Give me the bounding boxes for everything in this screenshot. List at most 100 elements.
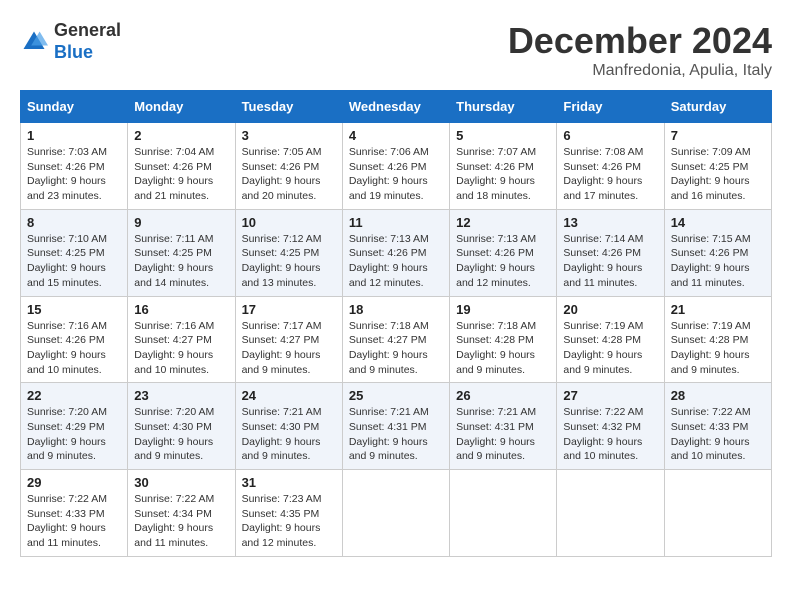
day-info: Sunrise: 7:22 AMSunset: 4:33 PMDaylight:… bbox=[671, 405, 765, 464]
day-number: 8 bbox=[27, 215, 121, 230]
calendar-cell: 9 Sunrise: 7:11 AMSunset: 4:25 PMDayligh… bbox=[128, 209, 235, 296]
calendar-cell: 12 Sunrise: 7:13 AMSunset: 4:26 PMDaylig… bbox=[450, 209, 557, 296]
calendar-cell bbox=[664, 470, 771, 557]
calendar-cell: 24 Sunrise: 7:21 AMSunset: 4:30 PMDaylig… bbox=[235, 383, 342, 470]
day-info: Sunrise: 7:20 AMSunset: 4:30 PMDaylight:… bbox=[134, 405, 228, 464]
day-of-week-header: Wednesday bbox=[342, 91, 449, 123]
calendar-cell: 28 Sunrise: 7:22 AMSunset: 4:33 PMDaylig… bbox=[664, 383, 771, 470]
day-number: 11 bbox=[349, 215, 443, 230]
calendar-cell: 20 Sunrise: 7:19 AMSunset: 4:28 PMDaylig… bbox=[557, 296, 664, 383]
day-info: Sunrise: 7:09 AMSunset: 4:25 PMDaylight:… bbox=[671, 145, 765, 204]
calendar-cell: 8 Sunrise: 7:10 AMSunset: 4:25 PMDayligh… bbox=[21, 209, 128, 296]
day-number: 28 bbox=[671, 388, 765, 403]
day-of-week-header: Friday bbox=[557, 91, 664, 123]
calendar-cell: 1 Sunrise: 7:03 AMSunset: 4:26 PMDayligh… bbox=[21, 123, 128, 210]
day-info: Sunrise: 7:03 AMSunset: 4:26 PMDaylight:… bbox=[27, 145, 121, 204]
calendar-row: 15 Sunrise: 7:16 AMSunset: 4:26 PMDaylig… bbox=[21, 296, 772, 383]
day-number: 25 bbox=[349, 388, 443, 403]
day-number: 29 bbox=[27, 475, 121, 490]
logo: General Blue bbox=[20, 20, 121, 63]
day-info: Sunrise: 7:12 AMSunset: 4:25 PMDaylight:… bbox=[242, 232, 336, 291]
calendar-cell: 11 Sunrise: 7:13 AMSunset: 4:26 PMDaylig… bbox=[342, 209, 449, 296]
day-info: Sunrise: 7:13 AMSunset: 4:26 PMDaylight:… bbox=[456, 232, 550, 291]
day-number: 5 bbox=[456, 128, 550, 143]
day-number: 30 bbox=[134, 475, 228, 490]
calendar-cell: 26 Sunrise: 7:21 AMSunset: 4:31 PMDaylig… bbox=[450, 383, 557, 470]
calendar-cell: 6 Sunrise: 7:08 AMSunset: 4:26 PMDayligh… bbox=[557, 123, 664, 210]
calendar-cell: 31 Sunrise: 7:23 AMSunset: 4:35 PMDaylig… bbox=[235, 470, 342, 557]
day-info: Sunrise: 7:21 AMSunset: 4:31 PMDaylight:… bbox=[456, 405, 550, 464]
day-info: Sunrise: 7:18 AMSunset: 4:28 PMDaylight:… bbox=[456, 319, 550, 378]
page-header: General Blue December 2024 Manfredonia, … bbox=[20, 20, 772, 80]
day-number: 17 bbox=[242, 302, 336, 317]
calendar-cell: 19 Sunrise: 7:18 AMSunset: 4:28 PMDaylig… bbox=[450, 296, 557, 383]
location: Manfredonia, Apulia, Italy bbox=[508, 62, 772, 80]
calendar-cell: 29 Sunrise: 7:22 AMSunset: 4:33 PMDaylig… bbox=[21, 470, 128, 557]
day-info: Sunrise: 7:22 AMSunset: 4:32 PMDaylight:… bbox=[563, 405, 657, 464]
day-number: 1 bbox=[27, 128, 121, 143]
day-of-week-header: Thursday bbox=[450, 91, 557, 123]
day-number: 3 bbox=[242, 128, 336, 143]
calendar-cell: 2 Sunrise: 7:04 AMSunset: 4:26 PMDayligh… bbox=[128, 123, 235, 210]
day-info: Sunrise: 7:23 AMSunset: 4:35 PMDaylight:… bbox=[242, 492, 336, 551]
day-number: 7 bbox=[671, 128, 765, 143]
day-number: 31 bbox=[242, 475, 336, 490]
day-info: Sunrise: 7:08 AMSunset: 4:26 PMDaylight:… bbox=[563, 145, 657, 204]
calendar-row: 29 Sunrise: 7:22 AMSunset: 4:33 PMDaylig… bbox=[21, 470, 772, 557]
calendar-cell: 23 Sunrise: 7:20 AMSunset: 4:30 PMDaylig… bbox=[128, 383, 235, 470]
title-area: December 2024 Manfredonia, Apulia, Italy bbox=[508, 20, 772, 80]
day-info: Sunrise: 7:14 AMSunset: 4:26 PMDaylight:… bbox=[563, 232, 657, 291]
calendar-cell: 22 Sunrise: 7:20 AMSunset: 4:29 PMDaylig… bbox=[21, 383, 128, 470]
logo-blue: Blue bbox=[54, 42, 93, 62]
day-info: Sunrise: 7:22 AMSunset: 4:33 PMDaylight:… bbox=[27, 492, 121, 551]
calendar-row: 8 Sunrise: 7:10 AMSunset: 4:25 PMDayligh… bbox=[21, 209, 772, 296]
calendar-cell: 21 Sunrise: 7:19 AMSunset: 4:28 PMDaylig… bbox=[664, 296, 771, 383]
calendar-row: 1 Sunrise: 7:03 AMSunset: 4:26 PMDayligh… bbox=[21, 123, 772, 210]
calendar-cell bbox=[342, 470, 449, 557]
day-number: 6 bbox=[563, 128, 657, 143]
day-of-week-header: Tuesday bbox=[235, 91, 342, 123]
day-info: Sunrise: 7:21 AMSunset: 4:30 PMDaylight:… bbox=[242, 405, 336, 464]
day-info: Sunrise: 7:13 AMSunset: 4:26 PMDaylight:… bbox=[349, 232, 443, 291]
logo-icon bbox=[20, 28, 48, 56]
day-number: 21 bbox=[671, 302, 765, 317]
day-number: 19 bbox=[456, 302, 550, 317]
day-info: Sunrise: 7:22 AMSunset: 4:34 PMDaylight:… bbox=[134, 492, 228, 551]
day-number: 27 bbox=[563, 388, 657, 403]
day-number: 26 bbox=[456, 388, 550, 403]
day-info: Sunrise: 7:16 AMSunset: 4:26 PMDaylight:… bbox=[27, 319, 121, 378]
day-info: Sunrise: 7:19 AMSunset: 4:28 PMDaylight:… bbox=[563, 319, 657, 378]
day-info: Sunrise: 7:20 AMSunset: 4:29 PMDaylight:… bbox=[27, 405, 121, 464]
day-info: Sunrise: 7:11 AMSunset: 4:25 PMDaylight:… bbox=[134, 232, 228, 291]
calendar-cell: 15 Sunrise: 7:16 AMSunset: 4:26 PMDaylig… bbox=[21, 296, 128, 383]
day-info: Sunrise: 7:21 AMSunset: 4:31 PMDaylight:… bbox=[349, 405, 443, 464]
calendar-cell: 25 Sunrise: 7:21 AMSunset: 4:31 PMDaylig… bbox=[342, 383, 449, 470]
calendar-table: SundayMondayTuesdayWednesdayThursdayFrid… bbox=[20, 90, 772, 557]
day-info: Sunrise: 7:19 AMSunset: 4:28 PMDaylight:… bbox=[671, 319, 765, 378]
day-number: 14 bbox=[671, 215, 765, 230]
day-number: 18 bbox=[349, 302, 443, 317]
day-of-week-header: Sunday bbox=[21, 91, 128, 123]
day-number: 4 bbox=[349, 128, 443, 143]
day-number: 22 bbox=[27, 388, 121, 403]
day-info: Sunrise: 7:18 AMSunset: 4:27 PMDaylight:… bbox=[349, 319, 443, 378]
calendar-cell bbox=[450, 470, 557, 557]
calendar-cell bbox=[557, 470, 664, 557]
calendar-cell: 16 Sunrise: 7:16 AMSunset: 4:27 PMDaylig… bbox=[128, 296, 235, 383]
day-number: 2 bbox=[134, 128, 228, 143]
day-number: 16 bbox=[134, 302, 228, 317]
day-of-week-header: Monday bbox=[128, 91, 235, 123]
day-info: Sunrise: 7:04 AMSunset: 4:26 PMDaylight:… bbox=[134, 145, 228, 204]
day-info: Sunrise: 7:16 AMSunset: 4:27 PMDaylight:… bbox=[134, 319, 228, 378]
day-number: 13 bbox=[563, 215, 657, 230]
calendar-cell: 10 Sunrise: 7:12 AMSunset: 4:25 PMDaylig… bbox=[235, 209, 342, 296]
calendar-cell: 17 Sunrise: 7:17 AMSunset: 4:27 PMDaylig… bbox=[235, 296, 342, 383]
calendar-cell: 30 Sunrise: 7:22 AMSunset: 4:34 PMDaylig… bbox=[128, 470, 235, 557]
day-number: 23 bbox=[134, 388, 228, 403]
day-info: Sunrise: 7:07 AMSunset: 4:26 PMDaylight:… bbox=[456, 145, 550, 204]
calendar-cell: 7 Sunrise: 7:09 AMSunset: 4:25 PMDayligh… bbox=[664, 123, 771, 210]
day-info: Sunrise: 7:15 AMSunset: 4:26 PMDaylight:… bbox=[671, 232, 765, 291]
day-info: Sunrise: 7:10 AMSunset: 4:25 PMDaylight:… bbox=[27, 232, 121, 291]
calendar-cell: 27 Sunrise: 7:22 AMSunset: 4:32 PMDaylig… bbox=[557, 383, 664, 470]
calendar-cell: 3 Sunrise: 7:05 AMSunset: 4:26 PMDayligh… bbox=[235, 123, 342, 210]
